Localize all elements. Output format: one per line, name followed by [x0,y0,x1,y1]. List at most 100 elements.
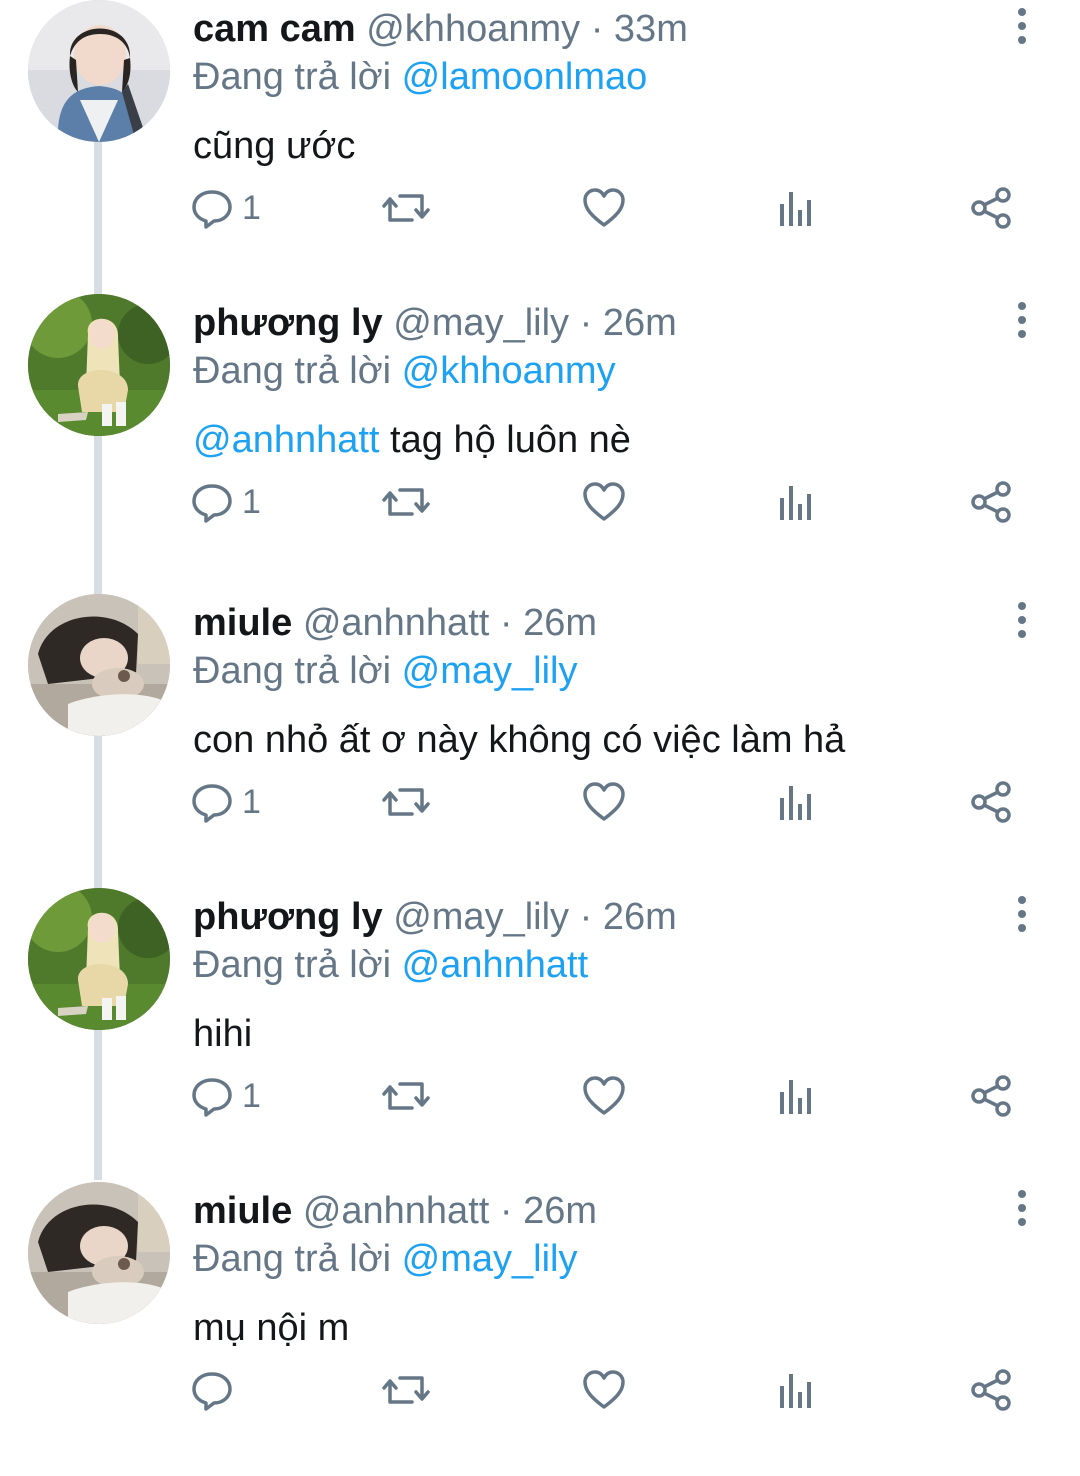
share-icon [971,1369,1011,1411]
more-vertical-icon[interactable] [1006,1188,1038,1228]
separator-dot: · [590,8,604,50]
share-icon [971,481,1011,523]
retweet-button[interactable] [382,1068,430,1124]
retweet-button[interactable] [382,180,430,236]
replying-to: Đang trả lời @may_lily [193,648,578,694]
reply-icon [192,190,232,229]
avatar[interactable] [28,294,170,436]
replying-to-mention[interactable]: @may_lily [402,1238,578,1280]
separator-dot: · [579,896,593,938]
like-button[interactable] [582,180,626,236]
retweet-icon [382,1376,430,1404]
reply-icon [192,1372,232,1411]
avatar[interactable] [28,1182,170,1324]
timestamp[interactable]: 26m [523,602,597,644]
share-button[interactable] [970,180,1014,236]
reply-button[interactable]: 1 [190,1068,261,1124]
share-button[interactable] [970,1362,1014,1418]
more-vertical-icon[interactable] [1006,894,1038,934]
separator-dot: · [499,1190,513,1232]
tweet[interactable]: cam cam @khhoanmy · 33m Đang trả lời @la… [0,0,1080,294]
reply-thread: cam cam @khhoanmy · 33m Đang trả lời @la… [0,0,1080,1442]
stats-button[interactable] [776,1362,816,1418]
display-name[interactable]: phương ly [193,302,383,344]
replying-to: Đang trả lời @may_lily [193,1236,578,1282]
reply-button[interactable] [190,1362,242,1418]
tweet[interactable]: miule @anhnhatt · 26m Đang trả lời @may_… [0,594,1080,888]
replying-to-mention[interactable]: @may_lily [402,650,578,692]
user-handle[interactable]: @may_lily [393,896,569,938]
body-mention[interactable]: @anhnhatt [193,419,380,461]
retweet-button[interactable] [382,774,430,830]
replying-to-label: Đang trả lời [193,56,392,98]
tweet[interactable]: miule @anhnhatt · 26m Đang trả lời @may_… [0,1182,1080,1476]
reply-count: 1 [242,1076,261,1115]
tweet-header: phương ly @may_lily · 26m [193,300,677,346]
like-button[interactable] [582,474,626,530]
stats-button[interactable] [776,774,816,830]
body-text: tag hộ luôn nè [379,419,631,461]
tweet-text: con nhỏ ất ơ này không có việc làm hả [193,716,845,764]
timestamp[interactable]: 26m [523,1190,597,1232]
share-button[interactable] [970,774,1014,830]
tweet-text: cũng ước [193,122,355,170]
heart-icon [583,782,625,821]
like-button[interactable] [582,1068,626,1124]
stats-button[interactable] [776,474,816,530]
retweet-icon [382,788,430,816]
tweet-header: miule @anhnhatt · 26m [193,600,597,646]
replying-to-mention[interactable]: @lamoonlmao [402,56,648,98]
tweet[interactable]: phương ly @may_lily · 26m Đang trả lời @… [0,888,1080,1182]
more-vertical-icon[interactable] [1006,600,1038,640]
avatar[interactable] [28,594,170,736]
replying-to-label: Đang trả lời [193,350,392,392]
share-button[interactable] [970,1068,1014,1124]
reply-button[interactable]: 1 [190,774,261,830]
display-name[interactable]: phương ly [193,896,383,938]
share-button[interactable] [970,474,1014,530]
user-handle[interactable]: @khhoanmy [366,8,580,50]
replying-to-mention[interactable]: @khhoanmy [402,350,616,392]
display-name[interactable]: miule [193,1190,292,1232]
stats-icon [780,1080,811,1114]
avatar[interactable] [28,888,170,1030]
action-bar [190,1362,1030,1418]
tweet[interactable]: phương ly @may_lily · 26m Đang trả lời @… [0,294,1080,588]
tweet-text: hihi [193,1010,252,1058]
like-button[interactable] [582,774,626,830]
display-name[interactable]: miule [193,602,292,644]
timestamp[interactable]: 26m [603,896,677,938]
user-handle[interactable]: @anhnhatt [303,602,490,644]
retweet-button[interactable] [382,474,430,530]
body-text: con nhỏ ất ơ này không có việc làm hả [193,719,846,761]
reply-count: 1 [242,188,261,227]
user-handle[interactable]: @anhnhatt [303,1190,490,1232]
reply-count: 1 [242,782,261,821]
more-vertical-icon[interactable] [1006,6,1038,46]
action-bar: 1 [190,474,1030,530]
more-vertical-icon[interactable] [1006,300,1038,340]
timestamp[interactable]: 33m [614,8,688,50]
reply-icon [192,784,232,823]
action-bar: 1 [190,180,1030,236]
separator-dot: · [499,602,513,644]
stats-icon [780,786,811,820]
heart-icon [583,188,625,227]
reply-icon [192,484,232,523]
stats-button[interactable] [776,180,816,236]
like-button[interactable] [582,1362,626,1418]
heart-icon [583,1370,625,1409]
replying-to-mention[interactable]: @anhnhatt [402,944,589,986]
avatar[interactable] [28,0,170,142]
stats-button[interactable] [776,1068,816,1124]
reply-button[interactable]: 1 [190,474,261,530]
share-icon [971,187,1011,229]
timestamp[interactable]: 26m [603,302,677,344]
user-handle[interactable]: @may_lily [393,302,569,344]
retweet-icon [382,488,430,516]
display-name[interactable]: cam cam [193,8,356,50]
stats-icon [780,192,811,226]
tweet-header: miule @anhnhatt · 26m [193,1188,597,1234]
retweet-button[interactable] [382,1362,430,1418]
reply-button[interactable]: 1 [190,180,261,236]
